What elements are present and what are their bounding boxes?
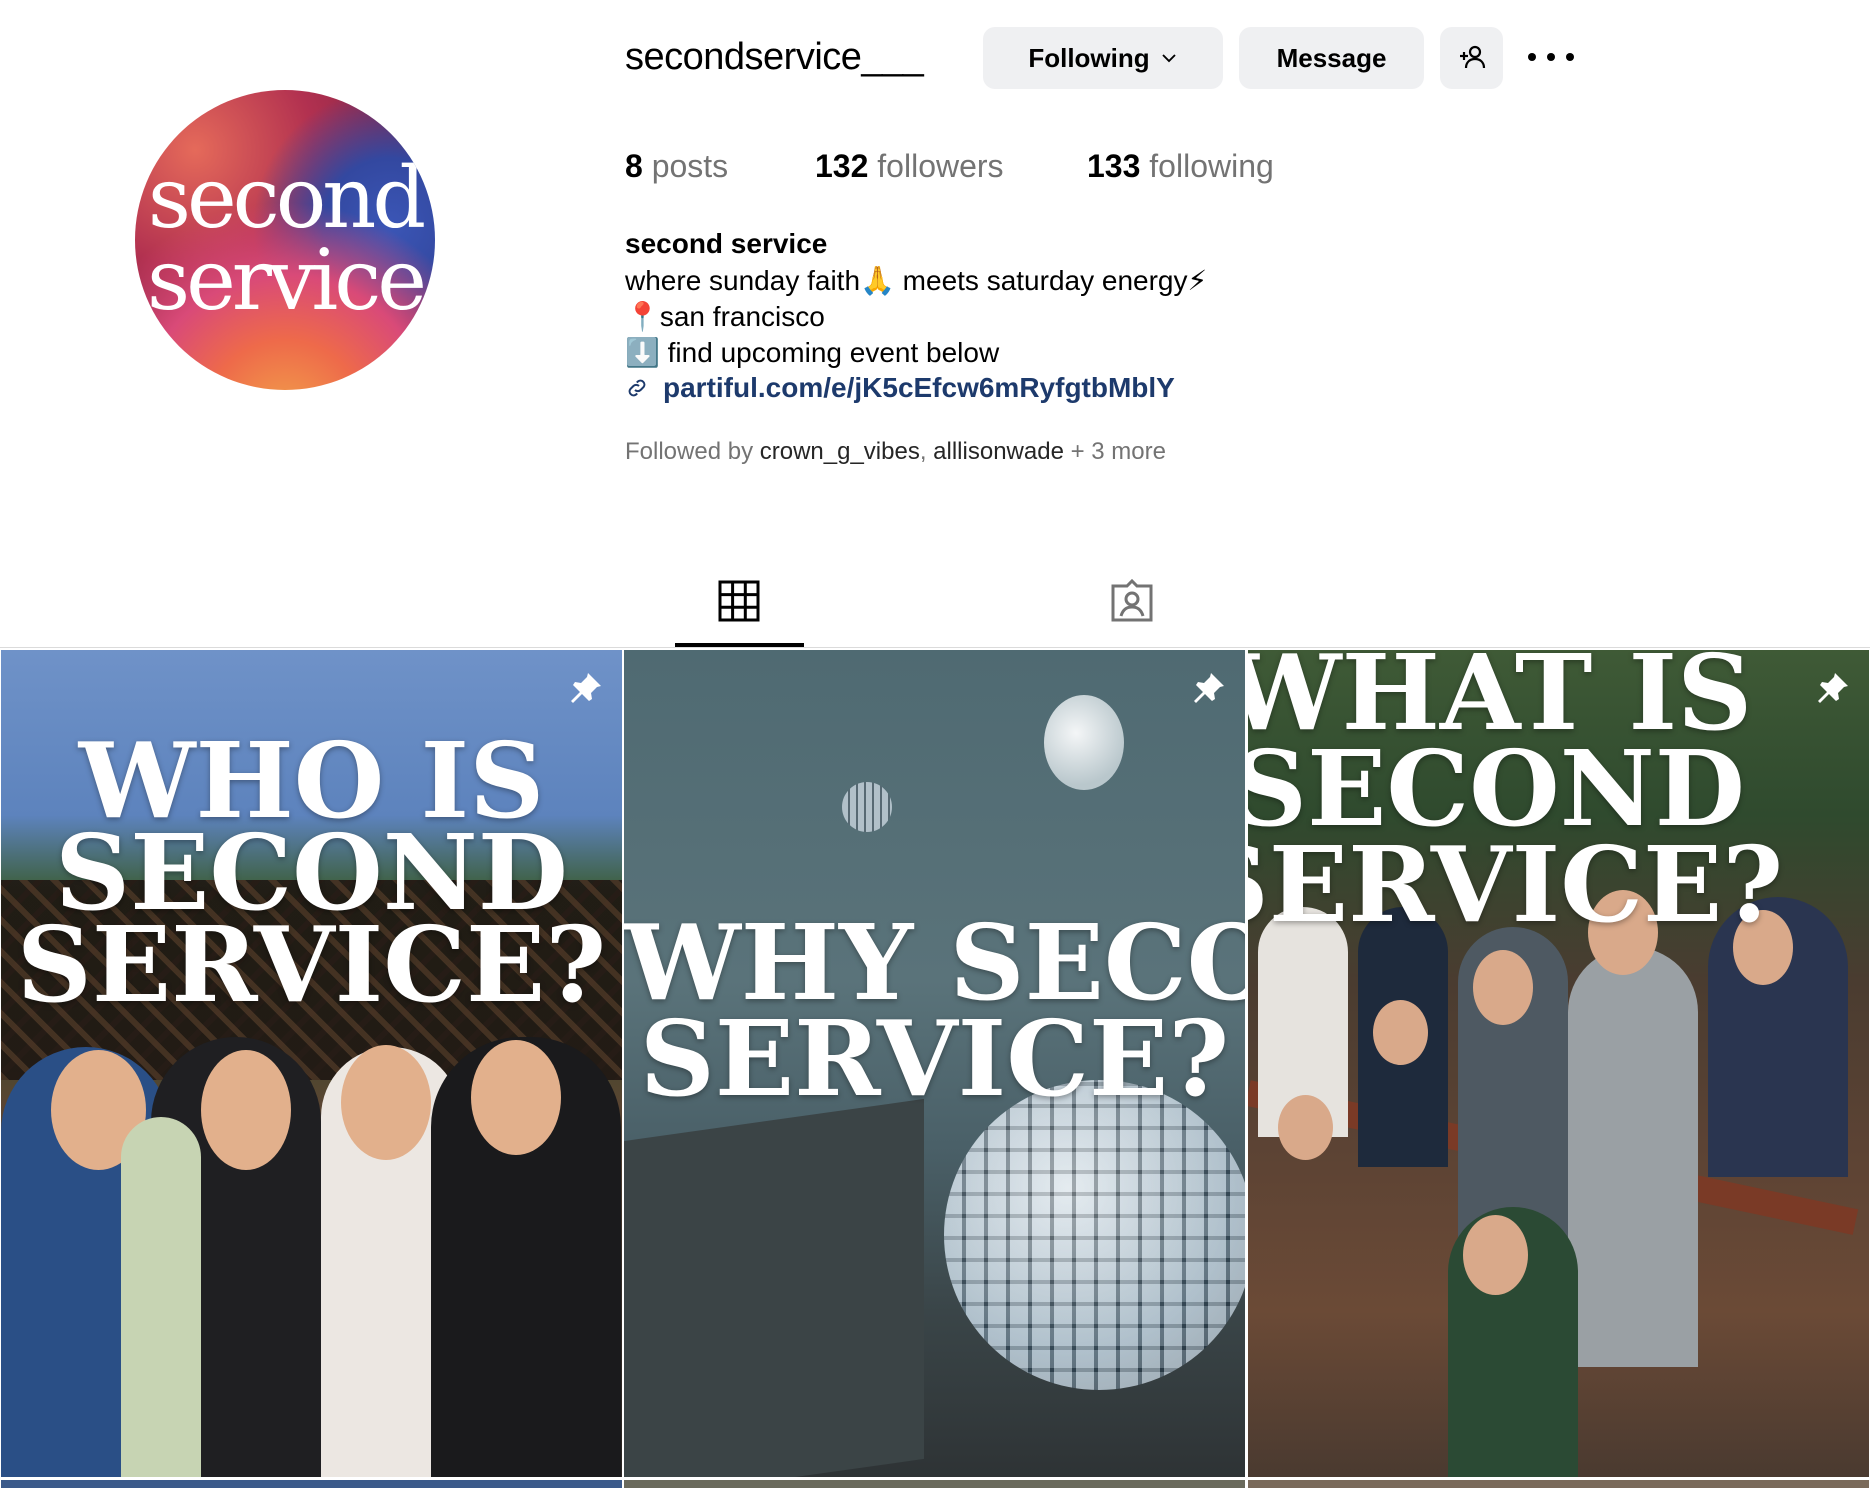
post-why-second-service[interactable]: WHY SECOND SERVICE? (624, 650, 1245, 1477)
tagged-icon[interactable] (1109, 578, 1155, 624)
followed-by-user1[interactable]: crown_g_vibes (760, 438, 920, 465)
avatar-text-line1: second (147, 149, 426, 247)
suggest-users-button[interactable] (1440, 27, 1503, 89)
chevron-down-icon (1161, 54, 1176, 63)
profile-display-name: second service (625, 228, 828, 259)
add-user-icon (1459, 45, 1485, 69)
post-what-is-second-service[interactable]: WHAT IS SECOND SERVICE? (1248, 650, 1869, 1477)
pin-icon (1194, 673, 1224, 703)
followers-link[interactable]: 132 followers (815, 148, 1004, 185)
post-title: WHO IS SECOND SERVICE? (16, 719, 607, 1026)
following-link[interactable]: 133 following (1087, 148, 1274, 185)
bio-line-1: where sunday faith🙏 meets saturday energ… (625, 265, 1208, 296)
followed-by[interactable]: Followed by crown_g_vibes, alllisonwade … (625, 438, 1166, 466)
link-icon (628, 379, 646, 397)
avatar-text-line2: service (146, 231, 427, 329)
post-row2-1[interactable] (1, 1480, 622, 1488)
post-who-is-second-service[interactable]: WHO IS SECOND SERVICE? (1, 650, 622, 1477)
post-title: WHY SECOND SERVICE? (624, 901, 1245, 1120)
bio-line-3: ⬇️ find upcoming event below (625, 337, 1000, 368)
bio-link-text: partiful.com/e/jK5cEfcw6mRyfgtbMblY (663, 372, 1175, 403)
pin-icon (1818, 673, 1848, 703)
pin-icon (571, 673, 601, 703)
following-button[interactable]: Following (983, 27, 1223, 89)
grid-icon[interactable] (716, 578, 762, 624)
posts-count: 8 posts (625, 148, 729, 184)
profile-avatar[interactable]: second service (135, 90, 435, 390)
message-button[interactable]: Message (1239, 27, 1424, 89)
profile-username: secondservice___ (625, 36, 924, 78)
bio-line-2: 📍san francisco (625, 301, 825, 332)
followed-by-user2[interactable]: alllisonwade (933, 438, 1064, 465)
post-row2-2[interactable] (624, 1480, 1245, 1488)
more-options-icon[interactable] (1528, 44, 1574, 70)
following-button-label: Following (1028, 42, 1150, 73)
post-title: WHAT IS SECOND SERVICE? (1248, 650, 1784, 946)
bio-link[interactable]: partiful.com/e/jK5cEfcw6mRyfgtbMblY (625, 372, 1175, 404)
post-row2-3[interactable] (1248, 1480, 1869, 1488)
tabs-divider (0, 647, 1870, 648)
